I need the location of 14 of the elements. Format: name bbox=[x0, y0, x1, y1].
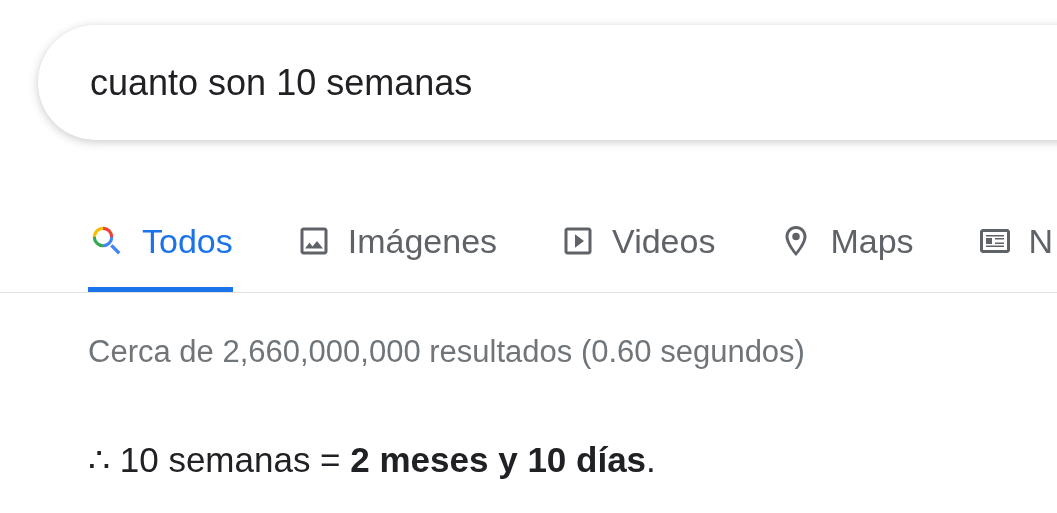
tab-label: Todos bbox=[142, 220, 233, 262]
answer-text: ∴ 10 semanas = 2 meses y 10 días. bbox=[88, 438, 657, 481]
search-field[interactable]: cuanto son 10 semanas bbox=[38, 25, 1057, 140]
tab[interactable]: Imágenes bbox=[295, 195, 498, 292]
tab[interactable]: Maps bbox=[778, 195, 914, 292]
result-stats: Cerca de 2,660,000,000 resultados (0.60 segundos) bbox=[88, 333, 806, 371]
tab-label: Maps bbox=[830, 220, 914, 262]
tab-label: Imágenes bbox=[347, 220, 498, 262]
tab[interactable]: Videos bbox=[560, 195, 716, 292]
search-input[interactable]: cuanto son 10 semanas bbox=[90, 55, 990, 110]
tab[interactable]: N bbox=[976, 195, 1054, 292]
tab[interactable]: Todos bbox=[88, 195, 233, 292]
tab-label: Videos bbox=[612, 220, 716, 262]
tab-label: N bbox=[1028, 220, 1054, 262]
